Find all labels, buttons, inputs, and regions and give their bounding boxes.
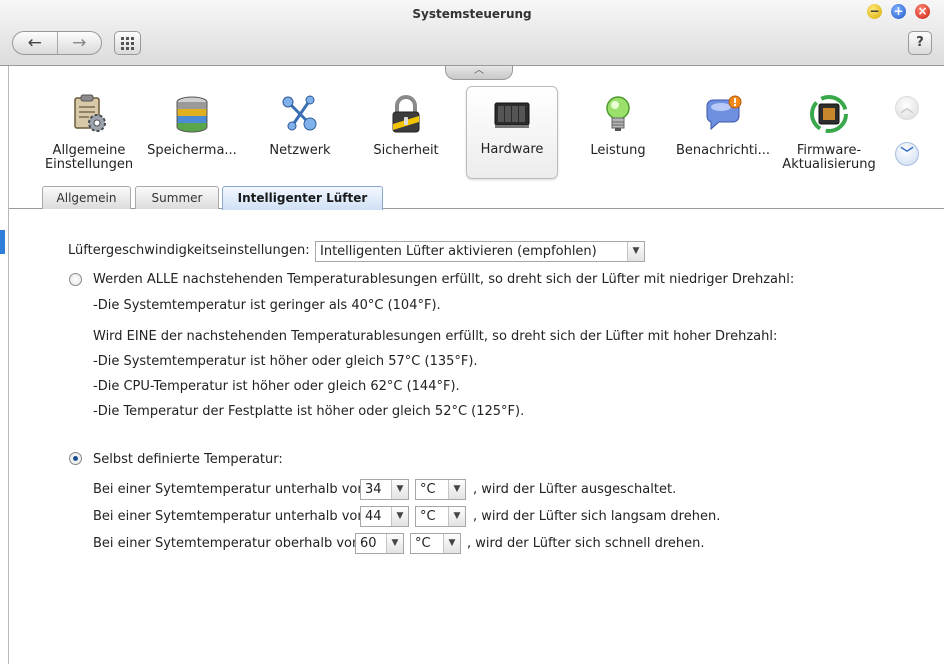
unit-off-select[interactable]: °C ▼ bbox=[415, 479, 466, 500]
notification-bubble-icon bbox=[703, 94, 743, 134]
custom-row-prefix: Bei einer Sytemtemperatur unterhalb von bbox=[93, 482, 366, 497]
fan-speed-select[interactable]: Intelligenten Lüfter aktivieren (empfohl… bbox=[315, 241, 645, 262]
left-pane bbox=[0, 66, 9, 664]
category-notifications[interactable]: Benachrichti... bbox=[676, 88, 770, 158]
category-network[interactable]: Netzwerk bbox=[258, 88, 342, 158]
category-label: Netzwerk bbox=[269, 143, 331, 158]
high-condition-item: -Die CPU-Temperatur ist höher oder gleic… bbox=[93, 379, 460, 394]
category-performance[interactable]: Leistung bbox=[576, 88, 660, 158]
scroll-up-button[interactable]: ︿ bbox=[895, 96, 919, 120]
chevron-down-icon: ▼ bbox=[627, 242, 644, 261]
category-storage[interactable]: Speicherma... bbox=[147, 88, 237, 158]
category-label: Allgemeine Einstellungen bbox=[44, 143, 134, 172]
chevron-down-icon: ▼ bbox=[391, 507, 408, 526]
temp-off-value: 34 bbox=[365, 482, 382, 497]
minimize-button[interactable]: − bbox=[867, 4, 882, 19]
chevron-down-icon: ▼ bbox=[443, 534, 460, 553]
temp-slow-value: 44 bbox=[365, 509, 382, 524]
tab-general[interactable]: Allgemein bbox=[42, 186, 131, 209]
unit-fast-select[interactable]: °C ▼ bbox=[410, 533, 461, 554]
clipboard-gear-icon bbox=[69, 94, 109, 134]
low-condition-item: -Die Systemtemperatur ist geringer als 4… bbox=[93, 298, 441, 313]
app-grid-button[interactable] bbox=[114, 31, 141, 55]
high-condition-item: -Die Temperatur der Festplatte ist höher… bbox=[93, 404, 525, 419]
scroll-down-button[interactable]: ﹀ bbox=[895, 142, 919, 166]
help-button[interactable]: ? bbox=[908, 31, 932, 55]
unit-off-value: °C bbox=[420, 482, 436, 497]
navigation-group: ← → bbox=[12, 31, 102, 55]
fan-speed-label: Lüftergeschwindigkeitseinstellungen: bbox=[68, 243, 310, 258]
category-label: Speicherma... bbox=[147, 143, 237, 158]
unit-slow-value: °C bbox=[420, 509, 436, 524]
collapse-toolbar-button[interactable]: ︿ bbox=[445, 66, 513, 80]
custom-row-prefix: Bei einer Sytemtemperatur oberhalb von bbox=[93, 536, 361, 551]
firmware-chip-icon bbox=[809, 94, 849, 134]
category-label: Firmware- Aktualisierung bbox=[782, 143, 876, 172]
chevron-down-icon: ▼ bbox=[391, 480, 408, 499]
tab-buzzer[interactable]: Summer bbox=[135, 186, 219, 209]
category-label: Leistung bbox=[590, 143, 646, 158]
category-general-settings[interactable]: Allgemeine Einstellungen bbox=[44, 88, 134, 172]
temp-slow-select[interactable]: 44 ▼ bbox=[360, 506, 409, 527]
category-label: Benachrichti... bbox=[676, 143, 770, 158]
radio-auto-fan[interactable] bbox=[69, 273, 82, 286]
category-label: Sicherheit bbox=[373, 143, 439, 158]
title-bar: Systemsteuerung − + × ← → ? bbox=[0, 0, 944, 66]
grid-icon bbox=[121, 36, 134, 50]
custom-row-suffix: , wird der Lüfter ausgeschaltet. bbox=[473, 482, 677, 497]
custom-option-label: Selbst definierte Temperatur: bbox=[93, 452, 283, 467]
unit-fast-value: °C bbox=[415, 536, 431, 551]
forward-button[interactable]: → bbox=[56, 32, 102, 54]
category-label: Hardware bbox=[480, 142, 544, 157]
lightbulb-icon bbox=[598, 94, 638, 134]
chevron-down-icon: ▼ bbox=[448, 480, 465, 499]
custom-row-suffix: , wird der Lüfter sich langsam drehen. bbox=[473, 509, 721, 524]
custom-row-suffix: , wird der Lüfter sich schnell drehen. bbox=[467, 536, 705, 551]
temp-off-select[interactable]: 34 ▼ bbox=[360, 479, 409, 500]
chevron-down-icon: ﹀ bbox=[900, 147, 914, 162]
chevron-down-icon: ▼ bbox=[448, 507, 465, 526]
temp-fast-value: 60 bbox=[360, 536, 377, 551]
high-intro-label: Wird EINE der nachstehenden Temperaturab… bbox=[93, 329, 778, 344]
category-firmware-update[interactable]: Firmware- Aktualisierung bbox=[782, 88, 876, 172]
fan-speed-value: Intelligenten Lüfter aktivieren (empfohl… bbox=[320, 244, 597, 259]
chevron-down-icon: ▼ bbox=[386, 534, 403, 553]
close-button[interactable]: × bbox=[915, 4, 930, 19]
custom-row-prefix: Bei einer Sytemtemperatur unterhalb von bbox=[93, 509, 366, 524]
maximize-button[interactable]: + bbox=[891, 4, 906, 19]
auto-option-label: Werden ALLE nachstehenden Temperaturable… bbox=[93, 272, 795, 287]
storage-disks-icon bbox=[172, 94, 212, 134]
radio-custom-temperature[interactable] bbox=[69, 452, 82, 465]
chevron-up-icon: ︿ bbox=[474, 65, 484, 76]
padlock-icon bbox=[386, 94, 426, 134]
hardware-nas-icon bbox=[492, 93, 532, 133]
back-button[interactable]: ← bbox=[13, 32, 57, 54]
arrow-right-icon: → bbox=[72, 33, 87, 53]
arrow-left-icon: ← bbox=[27, 33, 42, 53]
network-icon bbox=[280, 94, 320, 134]
chevron-up-icon: ︿ bbox=[900, 101, 914, 116]
tab-smart-fan[interactable]: Intelligenter Lüfter bbox=[222, 186, 383, 210]
temp-fast-select[interactable]: 60 ▼ bbox=[355, 533, 404, 554]
high-condition-item: -Die Systemtemperatur ist höher oder gle… bbox=[93, 354, 478, 369]
left-pane-selection-marker bbox=[0, 230, 5, 254]
unit-slow-select[interactable]: °C ▼ bbox=[415, 506, 466, 527]
window-title: Systemsteuerung bbox=[412, 7, 532, 21]
category-security[interactable]: Sicherheit bbox=[364, 88, 448, 158]
category-hardware[interactable]: Hardware bbox=[466, 86, 558, 179]
